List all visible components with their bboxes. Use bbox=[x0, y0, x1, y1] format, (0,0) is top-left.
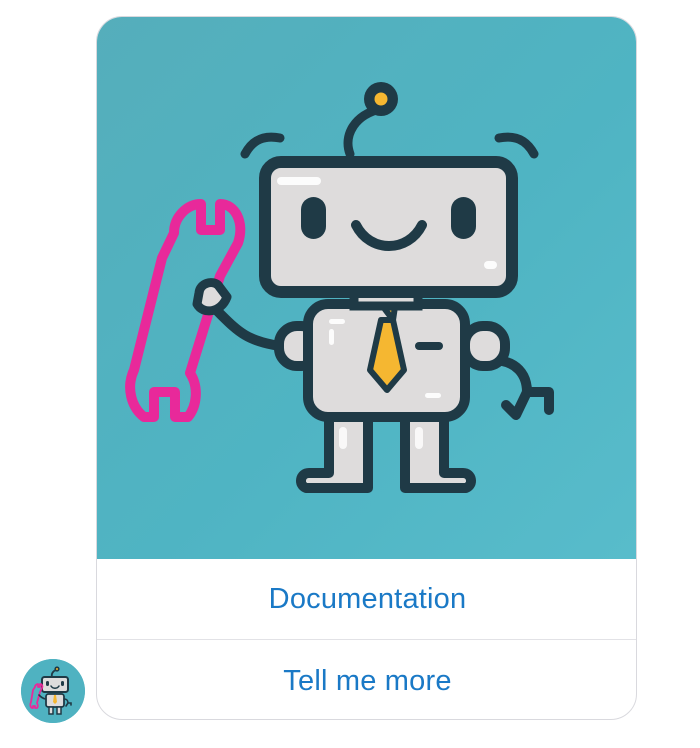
bot-avatar[interactable] bbox=[21, 659, 85, 723]
robot-wrench-icon bbox=[125, 82, 554, 493]
robot-avatar-icon bbox=[21, 659, 85, 723]
chat-view: Documentation Tell me more bbox=[0, 0, 700, 748]
robot-illustration bbox=[97, 17, 636, 559]
bot-message-card: Documentation Tell me more bbox=[96, 16, 637, 720]
documentation-button[interactable]: Documentation bbox=[97, 560, 636, 640]
tell-me-more-button[interactable]: Tell me more bbox=[97, 641, 636, 719]
